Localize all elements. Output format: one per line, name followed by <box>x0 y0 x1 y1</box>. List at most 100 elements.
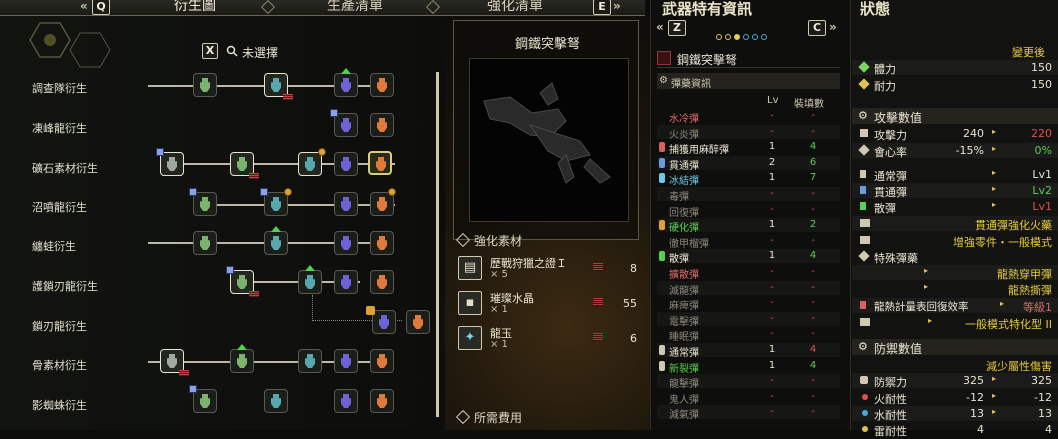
spec-weapon-header: 鋼鐵突擊弩 <box>657 50 840 68</box>
ammo-row: 散彈 1 4 <box>657 249 840 265</box>
ammo-capacity: 4 <box>809 250 817 262</box>
slot-badge-icon <box>388 188 396 196</box>
ammo-row: 冰結彈 1 7 <box>657 171 840 187</box>
tab-forge-list[interactable]: 生產清單 <box>300 0 410 13</box>
weapon-node[interactable] <box>193 231 217 255</box>
rarity-badge-icon <box>189 385 197 393</box>
spec-weapon-name: 鋼鐵突擊弩 <box>677 53 738 67</box>
ammo-level: - <box>770 125 774 137</box>
stat-row-health: 體力 150 <box>852 60 1058 76</box>
cannot-craft-badge <box>249 173 259 179</box>
ammo-name: 貫通彈 <box>669 160 699 172</box>
spec-next-arrow: » <box>829 20 837 34</box>
ammo-row: 硬化彈 1 2 <box>657 218 840 234</box>
spec-prev-key[interactable]: Z <box>668 20 686 36</box>
ammo-capacity: - <box>811 297 815 309</box>
tab-next-key[interactable]: E <box>593 0 611 15</box>
tree-row-label: 骨素材衍生 <box>32 359 87 372</box>
ammo-row: 毒彈 - - <box>657 187 840 203</box>
weapon-node[interactable] <box>298 270 322 294</box>
ammo-capacity: - <box>811 203 815 215</box>
weapon-node[interactable] <box>334 73 358 97</box>
tree-scrollbar[interactable] <box>436 72 439 417</box>
health-icon <box>858 61 870 73</box>
weapon-node[interactable] <box>264 231 288 255</box>
tree-row-label: 護鎖刃龍衍生 <box>32 280 98 293</box>
weapon-node[interactable] <box>370 73 394 97</box>
change-arrow-icon: ▸ <box>991 200 996 209</box>
ammo-header-row: ⚙ 彈藥資訊 <box>657 73 840 90</box>
weapon-node[interactable] <box>230 349 254 373</box>
attack-header: ⚙ 攻擊數值 <box>852 108 1058 125</box>
weapon-node-selected[interactable] <box>368 151 392 175</box>
mode-icon <box>860 318 870 326</box>
material-owned: 8 <box>630 262 637 275</box>
tab-upgrade-list[interactable]: 強化清單 <box>460 0 570 13</box>
page-dots <box>716 25 770 44</box>
weapon-node[interactable] <box>298 152 322 176</box>
material-row[interactable]: ✦ 龍玉 × 1 6 <box>458 326 643 352</box>
tab-prev-key[interactable]: Q <box>92 0 110 15</box>
weapon-node[interactable] <box>334 349 358 373</box>
ammo-level: - <box>770 266 774 277</box>
weapon-node[interactable] <box>372 310 396 334</box>
bowgun-silhouette-icon <box>483 82 611 184</box>
weapon-node[interactable] <box>334 231 358 255</box>
stat-row-mod-1: 貫通彈強化火藥 <box>852 216 1058 232</box>
change-arrow-icon: ▸ <box>991 184 996 193</box>
ammo-capacity: - <box>811 188 815 199</box>
stat-after: Lv1 <box>1032 168 1052 181</box>
emblem-decoration <box>29 22 111 68</box>
weapon-node[interactable] <box>370 113 394 137</box>
preview-weapon-name: 鋼鐵突擊弩 <box>514 37 580 52</box>
change-arrow-icon: ▸ <box>927 316 932 325</box>
weapon-node[interactable] <box>370 349 394 373</box>
ammo-name: 通常彈 <box>669 348 699 359</box>
weapon-node[interactable] <box>298 349 322 373</box>
material-row[interactable]: ▤ 歷戰狩獵之證Ｉ × 5 8 <box>458 256 643 282</box>
weapon-node[interactable] <box>334 389 358 413</box>
cost-title: 所需費用 <box>455 409 522 426</box>
ammo-type-icon <box>659 157 665 168</box>
stat-after: Lv1 <box>1032 200 1052 213</box>
filter-key[interactable]: X <box>202 43 218 59</box>
stat-label: 雷耐性 <box>874 425 907 438</box>
ammo-capacity: - <box>811 125 815 137</box>
ammo-row: 新裂彈 1 4 <box>657 359 840 375</box>
weapon-node[interactable] <box>406 310 430 334</box>
weapon-node[interactable] <box>370 231 394 255</box>
fire-icon <box>862 394 868 400</box>
material-row[interactable]: ▪ 璀璨水晶 × 1 55 <box>458 291 643 317</box>
slot-badge-icon <box>284 188 292 196</box>
stat-after: 220 <box>1031 127 1052 140</box>
stat-after: 325 <box>1031 374 1052 387</box>
water-icon <box>862 410 868 416</box>
weapon-node[interactable] <box>264 389 288 413</box>
weapon-node[interactable] <box>193 73 217 97</box>
tree-row-label: 纏蛙衍生 <box>32 240 76 253</box>
weapon-node[interactable] <box>370 270 394 294</box>
tab-derivation-tree[interactable]: 衍生圖 <box>140 0 250 13</box>
stat-row-water: 水耐性 13 ▸ 13 <box>852 406 1058 422</box>
ammo-row: 通常彈 1 4 <box>657 343 840 359</box>
ammo-row: 滅龍彈 - - <box>657 281 840 297</box>
ammo-name: 減氣彈 <box>669 410 699 422</box>
ammo-capacity: 7 <box>809 172 817 184</box>
mod-icon <box>860 219 870 227</box>
mod-value: 貫通彈強化火藥 <box>975 219 1052 232</box>
stat-row-stamina: 耐力 150 <box>852 77 1058 93</box>
ammo-name: 電擊彈 <box>669 316 699 328</box>
ammo-level: - <box>770 328 774 340</box>
weapon-node[interactable] <box>334 192 358 216</box>
ammo-name: 麻痺彈 <box>669 301 699 313</box>
weapon-node[interactable] <box>334 152 358 176</box>
weapon-node[interactable] <box>334 270 358 294</box>
weapon-node[interactable] <box>370 389 394 413</box>
spec-next-key[interactable]: C <box>808 20 826 36</box>
stat-before: 13 <box>970 407 984 420</box>
ammo-level: 1 <box>768 250 776 262</box>
ammo-level: - <box>770 297 774 309</box>
ammo-row: 麻痺彈 - - <box>657 296 840 313</box>
defense-note-row: 減少屬性傷害 <box>852 357 1058 373</box>
normal-ammo-icon <box>860 170 866 178</box>
